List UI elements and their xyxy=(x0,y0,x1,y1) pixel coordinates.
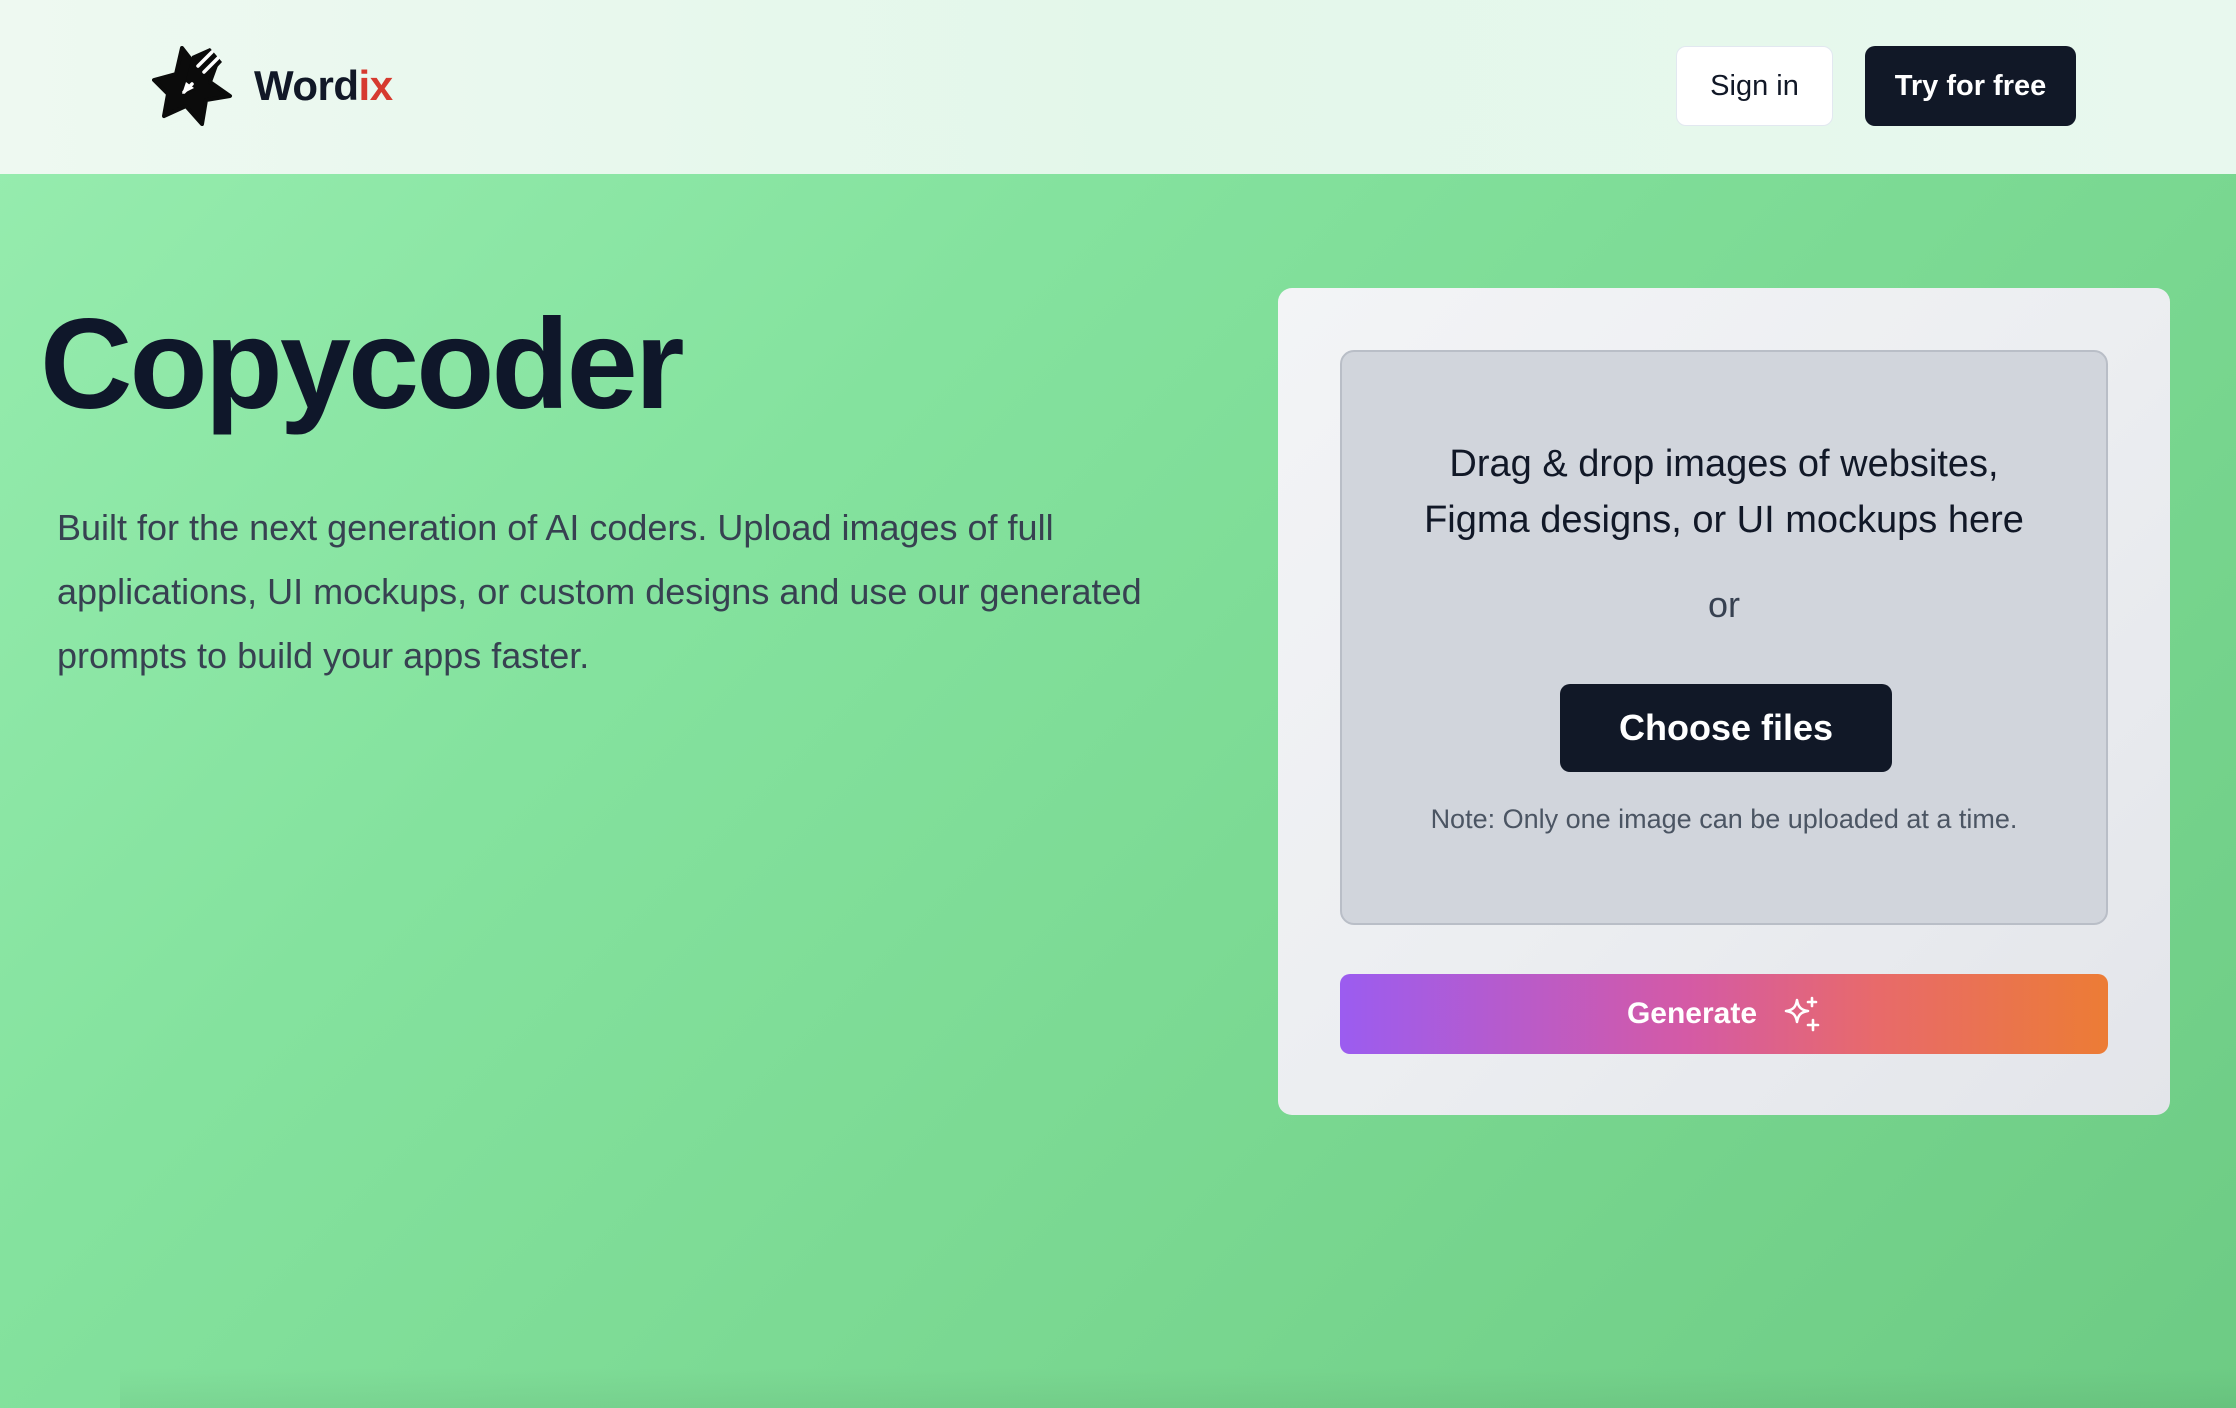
star-pen-icon xyxy=(152,46,232,126)
upload-note: Note: Only one image can be uploaded at … xyxy=(1430,804,2018,834)
logo-text: Wordix xyxy=(254,62,393,109)
generate-button[interactable]: Generate xyxy=(1340,974,2108,1054)
or-separator: or xyxy=(1707,584,1740,625)
page: Wordix Sign in Try for free Copycoder Bu… xyxy=(0,0,2236,1408)
bottom-shadow xyxy=(120,1368,2236,1408)
top-nav: Wordix Sign in Try for free xyxy=(0,0,2236,174)
sign-in-button[interactable]: Sign in xyxy=(1676,46,1833,126)
hero-description: Built for the next generation of AI code… xyxy=(57,507,1142,676)
upload-card: Drag & drop images of websites, Figma des… xyxy=(1278,288,2170,1115)
choose-files-button[interactable]: Choose files xyxy=(1560,684,1892,772)
page-title: Copycoder xyxy=(40,293,685,436)
image-dropzone[interactable]: Drag & drop images of websites, Figma des… xyxy=(1340,350,2108,925)
logo-link[interactable]: Wordix xyxy=(152,44,393,128)
generate-label: Generate xyxy=(1626,997,1758,1030)
try-for-free-button[interactable]: Try for free xyxy=(1865,46,2076,126)
sparkles-icon xyxy=(1784,996,1820,1032)
dropzone-instructions: Drag & drop images of websites, Figma des… xyxy=(1424,443,2024,541)
